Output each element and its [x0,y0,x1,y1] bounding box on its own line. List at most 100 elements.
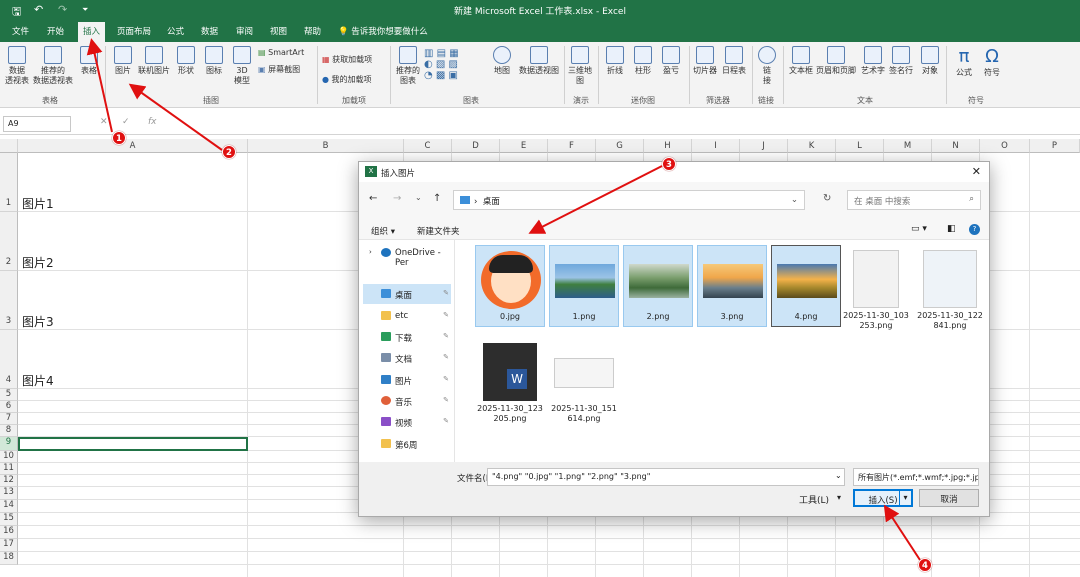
row-header[interactable]: 17 [0,539,18,552]
cell-a2[interactable]: 图片2 [22,254,54,271]
sidebar-item-documents[interactable]: 文档 ✎ [363,348,451,368]
row-header[interactable]: 1 [0,153,18,212]
file-item-screenshot-123205[interactable]: W 2025-11-30_123 205.png [475,338,545,430]
icons-button[interactable]: 图标 [202,46,226,76]
pin-icon[interactable]: ✎ [443,289,449,297]
row-header[interactable]: 8 [0,425,18,437]
back-icon[interactable]: ← [369,193,377,204]
search-input[interactable]: 在 桌面 中搜索 ⌕ [847,190,981,210]
signature-button[interactable]: 签名行 [888,46,914,76]
online-picture-button[interactable]: 联机图片 [137,46,171,76]
row-header[interactable]: 7 [0,413,18,425]
tools-button[interactable]: 工具(L) [799,493,829,506]
chevron-down-icon[interactable]: ⌄ [791,195,798,205]
chart-types-icon[interactable]: ▥ ▤ ▦ ◐ ▧ ▨ ◔ ▩ ▣ [424,48,459,81]
cancel-icon[interactable]: ✕ [100,117,108,127]
file-item-4-png[interactable]: 4.png [771,245,841,327]
picture-button[interactable]: 图片 [111,46,135,76]
sparkline-column-button[interactable]: 柱形 [631,46,655,76]
tab-formulas[interactable]: 公式 [167,25,184,37]
column-header[interactable]: E [500,139,548,153]
tab-review[interactable]: 审阅 [236,25,253,37]
tab-home[interactable]: 开始 [47,25,64,37]
recommended-charts-button[interactable]: 推荐的 图表 [394,46,422,86]
sparkline-winloss-button[interactable]: 盈亏 [659,46,683,76]
column-header[interactable]: O [980,139,1030,153]
file-item-2-png[interactable]: 2.png [623,245,693,327]
chevron-down-icon[interactable]: ▾ [837,493,841,502]
filetype-select[interactable]: 所有图片(*.emf;*.wmf;*.jpg;*.jp [853,468,979,486]
file-item-0-jpg[interactable]: 0.jpg [475,245,545,327]
my-addins-button[interactable]: ● 我的加载项 [322,74,372,85]
sidebar-item-desktop[interactable]: 桌面 ✎ [363,284,451,304]
row-header[interactable]: 18 [0,552,18,565]
object-button[interactable]: 对象 [918,46,942,76]
pin-icon[interactable]: ✎ [443,311,449,319]
organize-button[interactable]: 组织 ▾ [371,225,395,237]
close-icon[interactable]: ✕ [972,165,981,178]
column-header[interactable]: G [596,139,644,153]
sidebar-item-videos[interactable]: 视频 ✎ [363,412,451,432]
pin-icon[interactable]: ✎ [443,353,449,361]
file-item-1-png[interactable]: 1.png [549,245,619,327]
smartart-button[interactable]: ▤ SmartArt [258,48,304,57]
row-header[interactable]: 4 [0,330,18,389]
row-header[interactable]: 16 [0,526,18,539]
file-item-screenshot-122841[interactable]: 2025-11-30_122 841.png [915,245,985,341]
pin-icon[interactable]: ✎ [443,396,449,404]
row-header[interactable]: 2 [0,212,18,271]
row-header[interactable]: 12 [0,475,18,487]
3d-model-button[interactable]: 3D 模型 [230,46,254,86]
symbol-button[interactable]: Ω 符号 [980,46,1004,78]
timeline-button[interactable]: 日程表 [720,46,748,76]
sidebar-item-downloads[interactable]: 下载 ✎ [363,327,451,347]
sparkline-line-button[interactable]: 折线 [603,46,627,76]
select-all-corner[interactable] [0,139,18,153]
tab-view[interactable]: 视图 [270,25,287,37]
fx-icon[interactable]: fx [148,117,157,127]
shapes-button[interactable]: 形状 [174,46,198,76]
forward-icon[interactable]: → [393,193,401,204]
help-icon[interactable]: ? [969,224,980,235]
recent-chevron-icon[interactable]: ⌄ [415,193,422,202]
tab-data[interactable]: 数据 [201,25,218,37]
sidebar-item-onedrive[interactable]: › OneDrive - Per [363,243,451,268]
row-header[interactable]: 5 [0,389,18,401]
column-header[interactable]: N [932,139,980,153]
up-icon[interactable]: ↑ [433,193,441,204]
row-header[interactable]: 10 [0,451,18,463]
row-header[interactable]: 15 [0,513,18,526]
tell-me-search[interactable]: 💡 告诉我你想要做什么 [338,25,428,37]
textbox-button[interactable]: 文本框 [788,46,814,76]
column-header[interactable]: C [404,139,452,153]
filename-input[interactable]: "4.png" "0.jpg" "1.png" "2.png" "3.png" [487,468,845,486]
refresh-icon[interactable]: ↻ [823,193,831,204]
insert-dropdown-icon[interactable]: ▾ [899,491,911,505]
tab-help[interactable]: 帮助 [304,25,321,37]
column-header[interactable]: H [644,139,692,153]
name-box[interactable]: A9 [3,116,71,132]
table-button[interactable]: 表格 [78,46,100,76]
address-bar[interactable]: › 桌面 ⌄ [453,190,805,210]
row-header[interactable]: 11 [0,463,18,475]
row-header[interactable]: 9 [0,437,18,451]
column-header[interactable]: D [452,139,500,153]
sidebar-item-pictures[interactable]: 图片 ✎ [363,370,451,390]
preview-pane-icon[interactable]: ◧ [947,224,956,234]
pin-icon[interactable]: ✎ [443,375,449,383]
file-item-screenshot-151614[interactable]: 2025-11-30_151 614.png [549,338,619,430]
pin-icon[interactable]: ✎ [443,332,449,340]
link-button[interactable]: 链 接 [756,46,778,86]
cell-a4[interactable]: 图片4 [22,372,54,389]
chevron-down-icon[interactable]: ⌄ [835,471,842,480]
selected-cell-a9[interactable] [18,437,248,451]
slicer-button[interactable]: 切片器 [692,46,718,76]
column-header[interactable]: I [692,139,740,153]
row-header[interactable]: 14 [0,500,18,513]
pivot-table-button[interactable]: 数据 透视表 [4,46,30,86]
row-header[interactable]: 6 [0,401,18,413]
tab-insert[interactable]: 插入 [78,22,106,42]
file-item-3-png[interactable]: 3.png [697,245,767,327]
3d-map-button[interactable]: 三维地 图 [567,46,593,86]
tab-page-layout[interactable]: 页面布局 [117,25,151,37]
